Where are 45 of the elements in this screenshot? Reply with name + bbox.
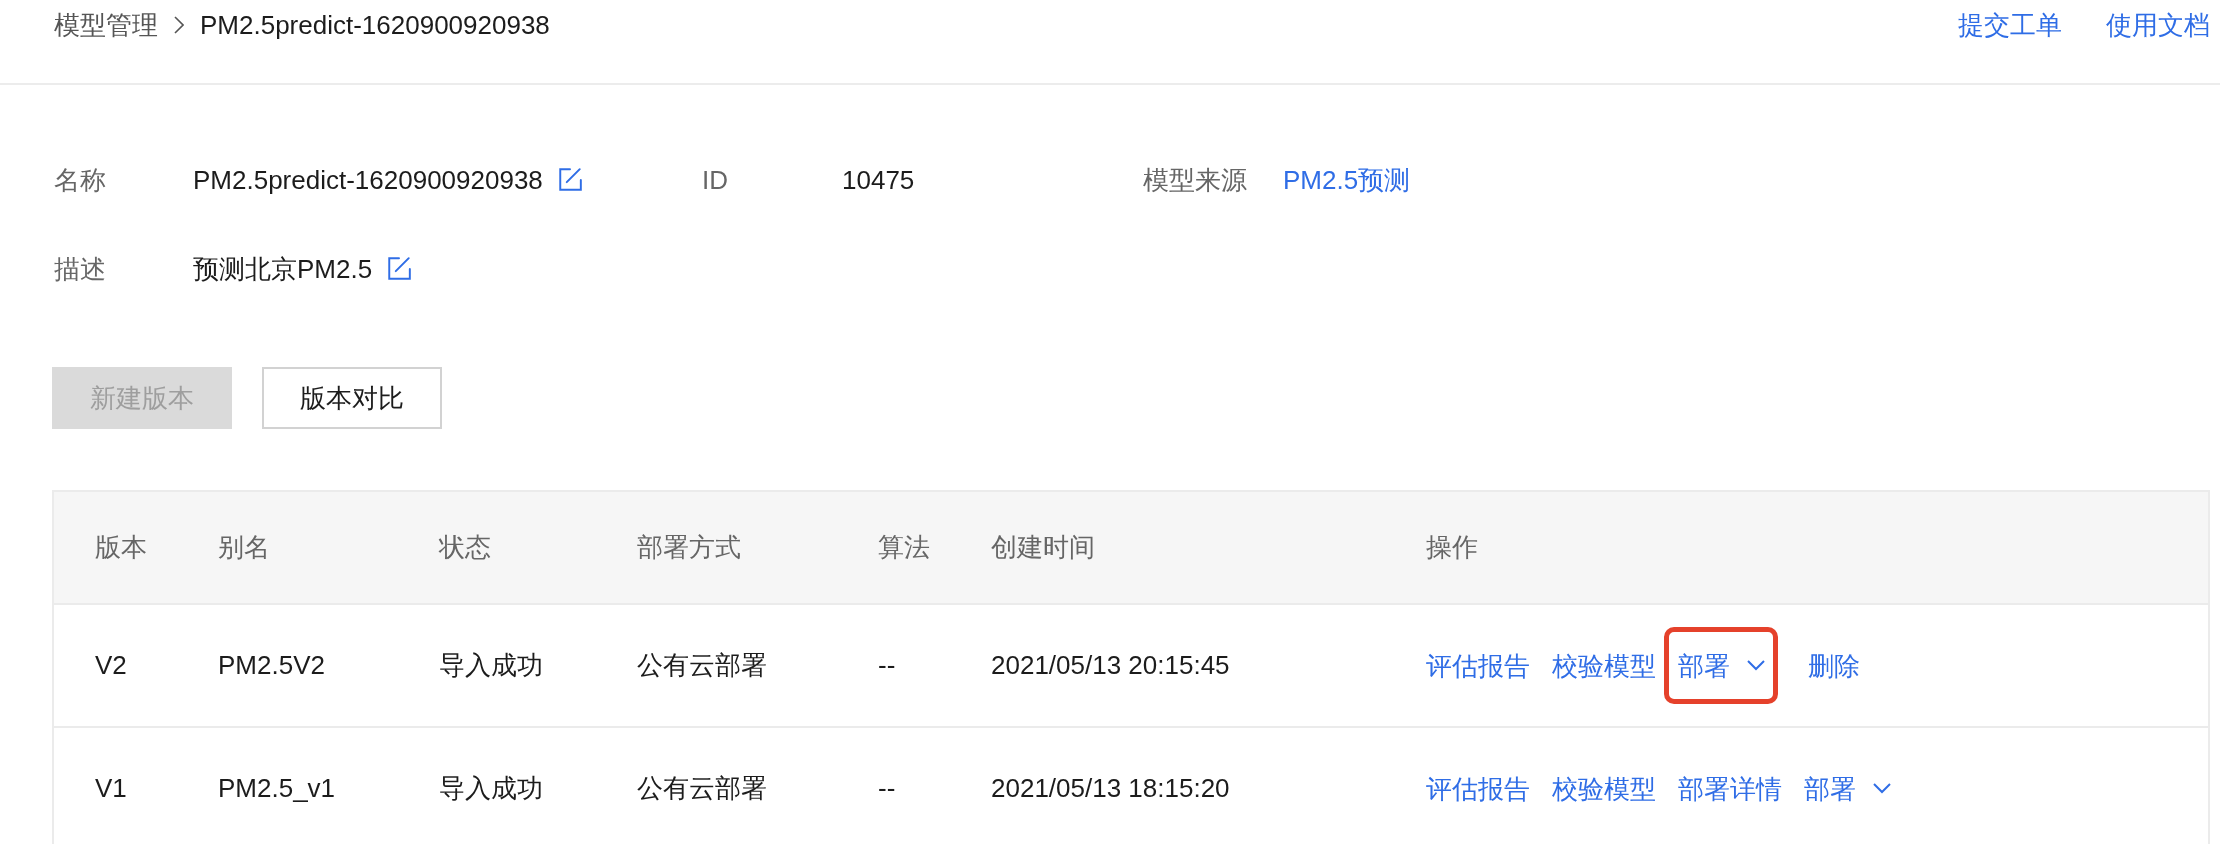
action-link[interactable]: 校验模型 xyxy=(1552,770,1656,807)
column-header: 部署方式 xyxy=(637,531,741,564)
action-link[interactable]: 评估报告 xyxy=(1426,647,1530,684)
table-cell-text: 导入成功 xyxy=(439,772,543,805)
column-header: 状态 xyxy=(439,531,491,564)
table-cell-text: 导入成功 xyxy=(439,649,543,682)
edit-icon[interactable] xyxy=(386,256,413,282)
table-cell-text: 公有云部署 xyxy=(637,772,767,805)
table-cell: V2 xyxy=(95,650,127,681)
table-cell: V1 xyxy=(95,773,127,804)
detail-value: PM2.5predict-1620900920938 xyxy=(193,164,543,197)
header-link[interactable]: 使用文档 xyxy=(2106,8,2210,42)
table-cell: -- xyxy=(878,773,896,804)
chevron-down-icon xyxy=(1747,660,1765,671)
column-header: 别名 xyxy=(218,531,270,564)
detail-label: 描述 xyxy=(54,253,107,286)
edit-icon[interactable] xyxy=(556,167,583,193)
detail-label: ID xyxy=(702,164,729,197)
table-cell-text: 公有云部署 xyxy=(637,649,767,682)
column-header: 创建时间 xyxy=(991,531,1095,564)
detail-value: 10475 xyxy=(842,164,915,197)
action-link[interactable]: 部署详情 xyxy=(1678,770,1782,807)
chevron-right-icon xyxy=(174,16,184,34)
column-header: 版本 xyxy=(95,531,147,564)
action-link[interactable]: 删除 xyxy=(1808,647,1860,684)
toolbar-button[interactable]: 版本对比 xyxy=(262,367,442,429)
chevron-down-icon xyxy=(1873,783,1891,794)
table-cell: 2021/05/13 20:15:45 xyxy=(991,650,1230,681)
detail-label: 模型来源 xyxy=(1143,164,1248,197)
table-cell: PM2.5_v1 xyxy=(218,773,336,804)
column-header: 算法 xyxy=(878,531,930,564)
deploy-dropdown[interactable]: 部署 xyxy=(1664,627,1778,704)
table-cell: -- xyxy=(878,650,896,681)
table-cell: 2021/05/13 18:15:20 xyxy=(991,773,1230,804)
header-link[interactable]: 提交工单 xyxy=(1958,8,2062,42)
action-link[interactable]: 评估报告 xyxy=(1426,770,1530,807)
detail-value: 预测北京PM2.5 xyxy=(193,253,373,286)
detail-label: 名称 xyxy=(54,164,107,197)
source-link[interactable]: PM2.5预测 xyxy=(1283,162,1411,198)
breadcrumb-current: PM2.5predict-1620900920938 xyxy=(200,9,550,42)
column-header: 操作 xyxy=(1426,531,1478,564)
action-link[interactable]: 校验模型 xyxy=(1552,647,1656,684)
deploy-dropdown[interactable]: 部署 xyxy=(1804,770,1891,807)
table-cell: PM2.5V2 xyxy=(218,650,325,681)
breadcrumb-link[interactable]: 模型管理 xyxy=(54,8,158,42)
